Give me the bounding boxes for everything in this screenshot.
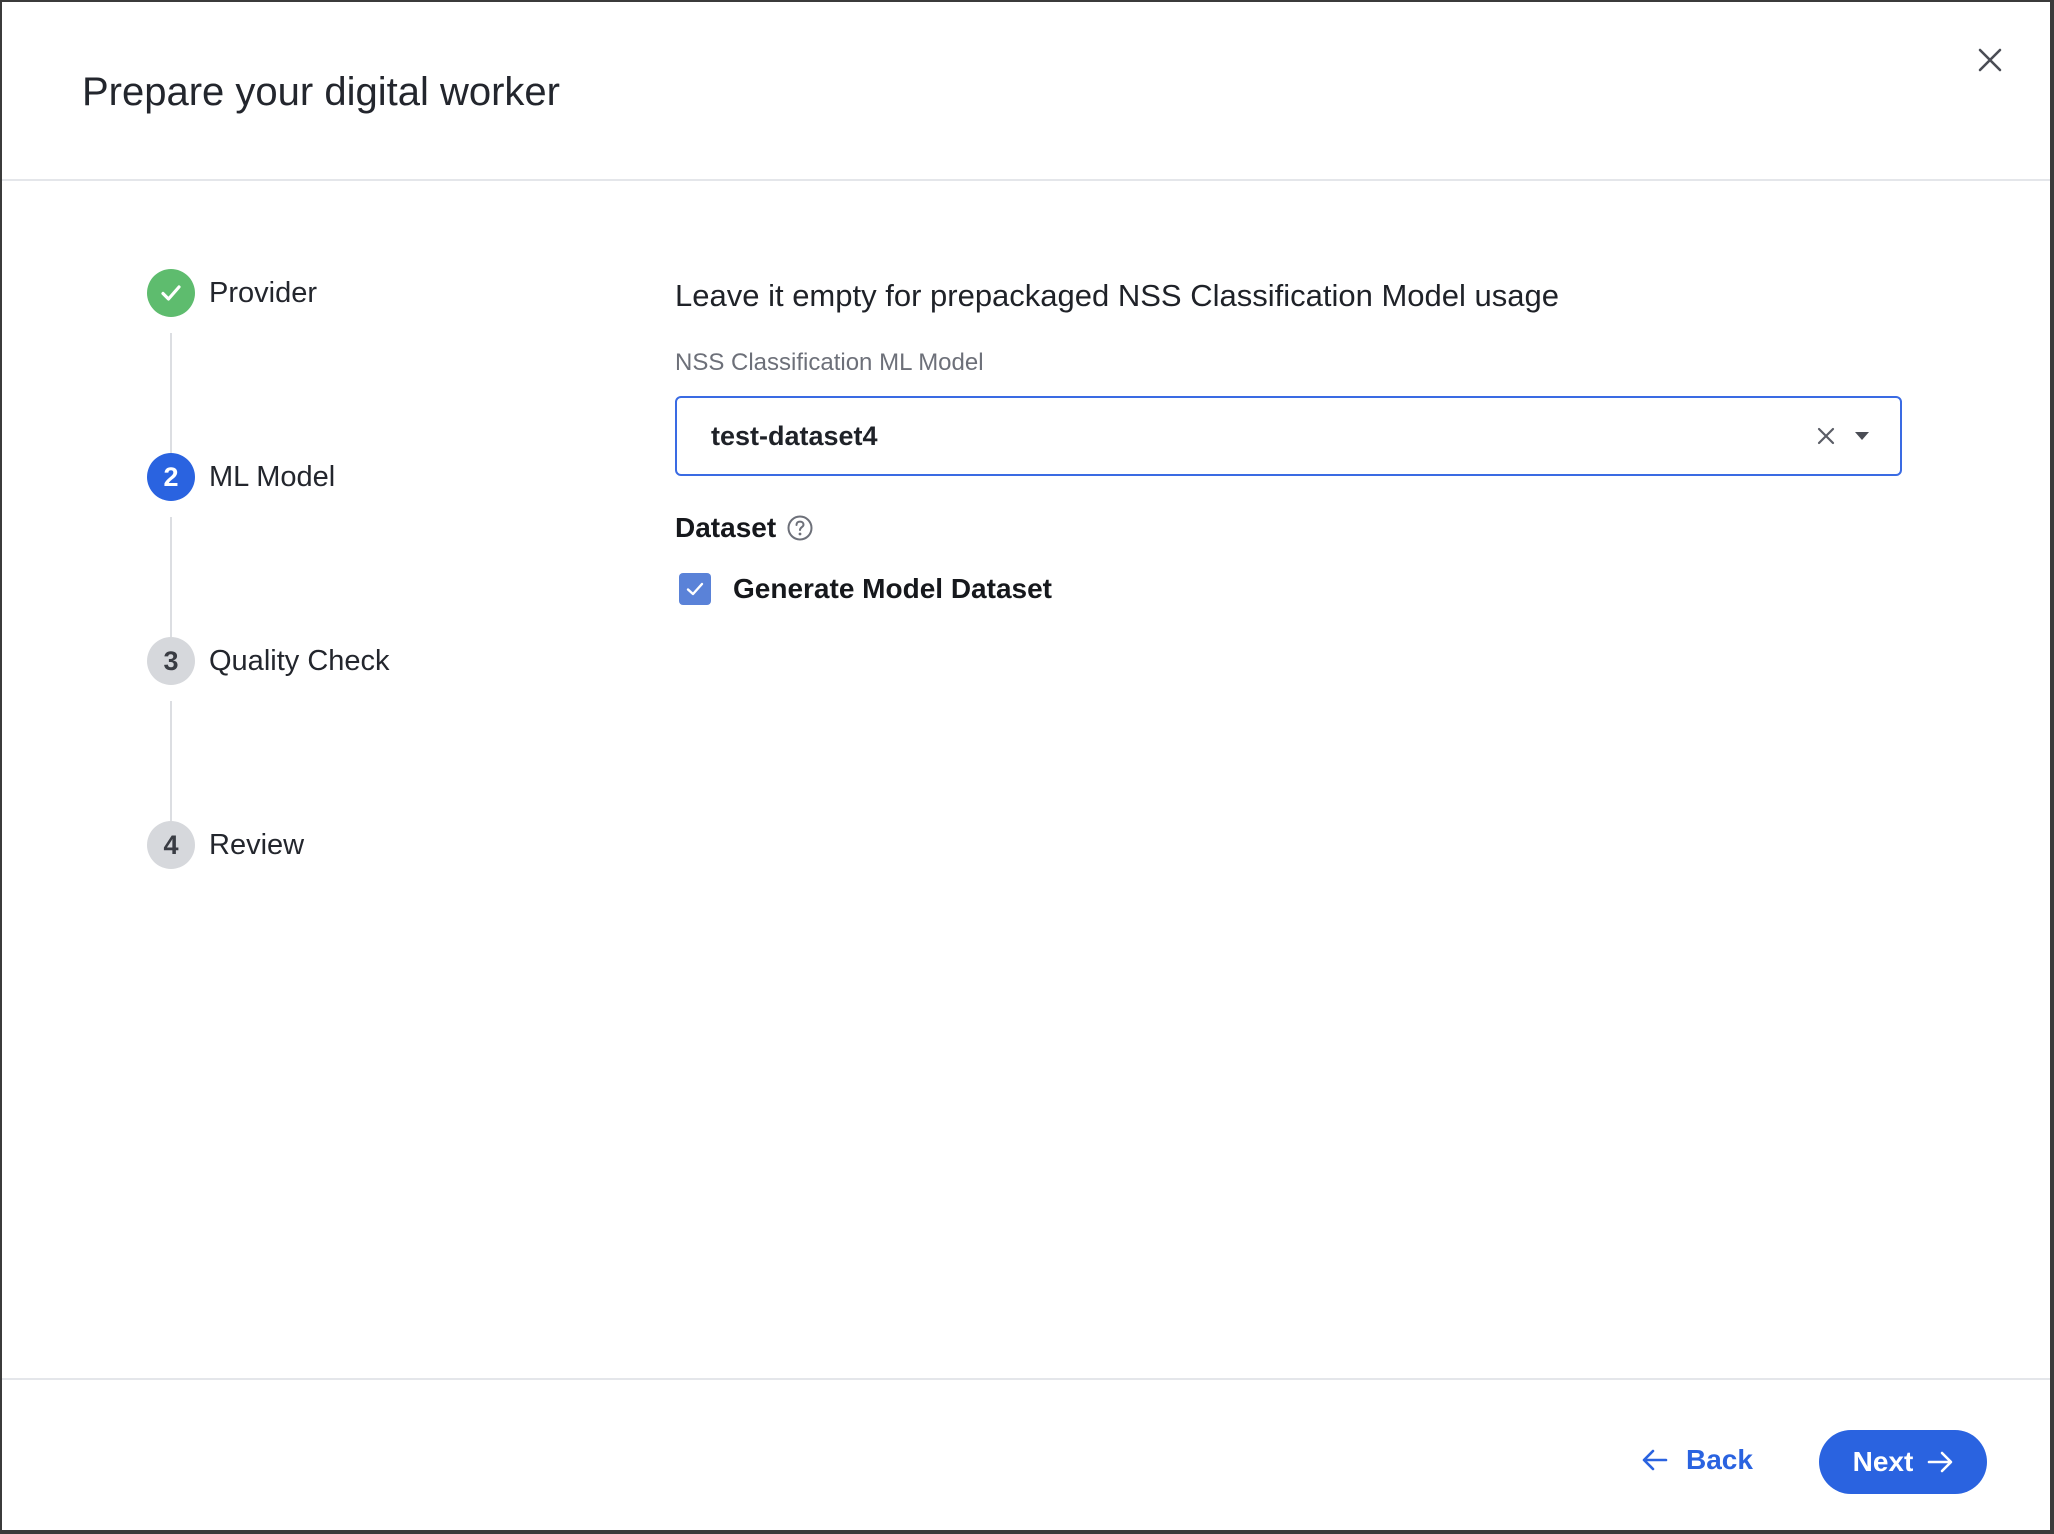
arrow-left-icon [1642, 1449, 1668, 1471]
generate-dataset-checkbox[interactable] [679, 573, 711, 605]
generate-dataset-option: Generate Model Dataset [675, 570, 1915, 608]
step-complete-badge [147, 269, 195, 317]
step-connector [170, 517, 172, 637]
next-button[interactable]: Next [1819, 1430, 1987, 1494]
step-content: Leave it empty for prepackaged NSS Class… [675, 272, 1915, 608]
step-connector [170, 701, 172, 821]
step-label: Provider [209, 276, 317, 309]
step-number-badge: 3 [147, 637, 195, 685]
generate-dataset-label[interactable]: Generate Model Dataset [733, 573, 1052, 605]
wizard-stepper: Provider 2 ML Model 3 Quality Check 4 Re… [147, 269, 567, 889]
check-icon [686, 582, 704, 596]
step-quality-check[interactable]: 3 Quality Check [147, 637, 390, 685]
chevron-down-icon [1855, 432, 1869, 440]
dropdown-toggle[interactable] [1848, 422, 1876, 450]
next-button-label: Next [1852, 1446, 1914, 1477]
arrow-right-icon [1928, 1451, 1953, 1473]
modal-title: Prepare your digital worker [82, 70, 560, 114]
dataset-section-header: Dataset [675, 510, 1915, 546]
modal-header: Prepare your digital worker [2, 2, 2050, 181]
ml-model-select[interactable]: test-dataset4 [675, 396, 1902, 476]
step-review[interactable]: 4 Review [147, 821, 304, 869]
section-heading: Leave it empty for prepackaged NSS Class… [675, 278, 1559, 313]
step-label: ML Model [209, 460, 336, 493]
step-provider[interactable]: Provider [147, 269, 317, 317]
step-label: Quality Check [209, 644, 390, 677]
model-field-label: NSS Classification ML Model [675, 349, 984, 376]
clear-icon [1817, 427, 1835, 445]
help-circle-icon[interactable] [786, 514, 814, 542]
check-icon [161, 285, 181, 301]
step-number-badge: 2 [147, 453, 195, 501]
dataset-label: Dataset [675, 512, 777, 543]
close-icon [1978, 48, 2002, 72]
back-button[interactable]: Back [1642, 1430, 1753, 1490]
modal-footer: Back Next [2, 1378, 2050, 1530]
step-label: Review [209, 828, 305, 861]
back-button-label: Back [1686, 1444, 1753, 1475]
clear-selection-button[interactable] [1812, 422, 1840, 450]
step-connector [170, 333, 172, 453]
prepare-worker-modal: Prepare your digital worker Provider 2 M… [2, 2, 2050, 1530]
close-button[interactable] [1968, 38, 2012, 82]
step-number-badge: 4 [147, 821, 195, 869]
step-ml-model[interactable]: 2 ML Model [147, 453, 335, 501]
ml-model-selected-value: test-dataset4 [711, 420, 878, 451]
